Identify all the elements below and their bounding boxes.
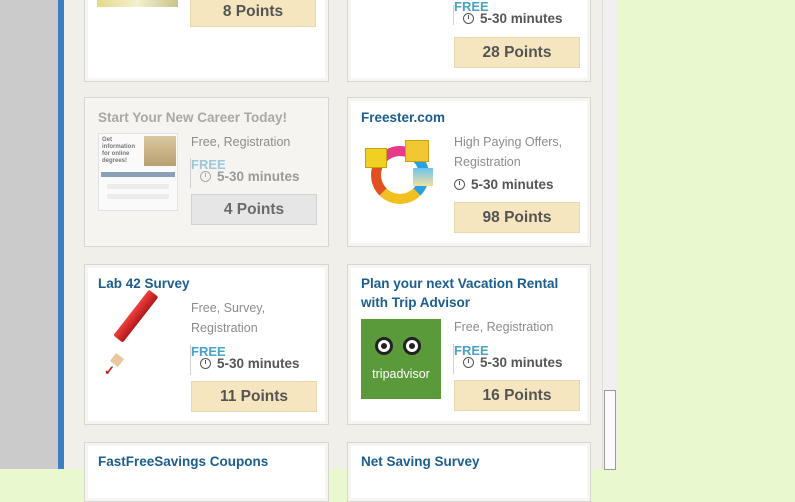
offer-title[interactable]: Net Saving Survey (361, 452, 480, 471)
owl-eye-left (375, 337, 393, 355)
freester-logo (361, 138, 439, 212)
offer-title[interactable]: Lab 42 Survey (98, 274, 190, 293)
points-button[interactable]: 28 Points (454, 37, 580, 68)
offer-card-lab42[interactable]: Lab 42 Survey ✓ Free, Survey, Registratio… (84, 264, 329, 425)
clock-icon (200, 358, 211, 369)
time-estimate: 5-30 minutes (463, 355, 563, 371)
thumbnail-caption: Get information for online degrees! (102, 137, 135, 164)
points-button[interactable]: 98 Points (454, 202, 580, 233)
offer-card-top-right[interactable]: FREE 5-30 minutes 28 Points (347, 0, 591, 82)
offer-title[interactable]: Plan your next Vacation Rental with Trip … (361, 274, 558, 312)
thumbnail-field (107, 194, 169, 199)
clock-icon (463, 13, 474, 24)
clock-icon (454, 179, 465, 190)
offer-thumbnail: Get information for online degrees! (98, 133, 178, 211)
points-button[interactable]: 16 Points (454, 380, 580, 411)
offer-categories: High Paying Offers, Registration (454, 135, 563, 169)
thumbnail-banner (101, 172, 175, 177)
time-estimate: 5-30 minutes (200, 356, 300, 372)
pencil-checkmark-image: ✓ (98, 289, 176, 378)
time-estimate: 5-30 minutes (454, 177, 554, 193)
offer-categories: Free, Registration (454, 320, 554, 334)
gift-box (365, 148, 387, 168)
time-estimate: 5-30 minutes (200, 169, 300, 185)
scrollbar-thumb[interactable] (604, 390, 616, 470)
offer-card-top-left[interactable]: 8 Points (84, 0, 329, 82)
pencil (113, 289, 159, 343)
tripadvisor-wordmark: tripadvisor (372, 367, 430, 381)
points-button[interactable]: 11 Points (191, 381, 317, 412)
offer-title[interactable]: FastFreeSavings Coupons (98, 452, 268, 471)
beach-photo (413, 168, 433, 186)
points-button[interactable]: 4 Points (191, 194, 317, 225)
offer-categories: Free, Registration (191, 135, 291, 149)
offer-title[interactable]: Freester.com (361, 108, 445, 127)
clock-icon (200, 171, 211, 182)
offer-card-career[interactable]: Start Your New Career Today! Get informa… (84, 97, 329, 247)
offer-card-netsaving[interactable]: Net Saving Survey (347, 442, 591, 502)
offer-card-freester[interactable]: Freester.com High Paying Offers, Registra… (347, 97, 591, 247)
owl-eye-right (403, 337, 421, 355)
time-estimate: 5-30 minutes (463, 11, 563, 27)
thumbnail-photo (144, 136, 176, 166)
tripadvisor-logo: tripadvisor (361, 319, 441, 399)
offer-categories: Free, Survey, Registration (191, 301, 266, 335)
offer-thumbnail (97, 0, 178, 7)
left-gutter (0, 0, 60, 469)
gift-box (405, 140, 429, 162)
thumbnail-field (107, 184, 169, 189)
offer-title[interactable]: Start Your New Career Today! (98, 108, 287, 127)
offer-card-fastfreesavings[interactable]: FastFreeSavings Coupons (84, 442, 329, 502)
offer-card-tripadvisor[interactable]: Plan your next Vacation Rental with Trip … (347, 264, 591, 425)
points-button[interactable]: 8 Points (190, 0, 316, 27)
clock-icon (463, 357, 474, 368)
check-mark: ✓ (104, 363, 115, 378)
